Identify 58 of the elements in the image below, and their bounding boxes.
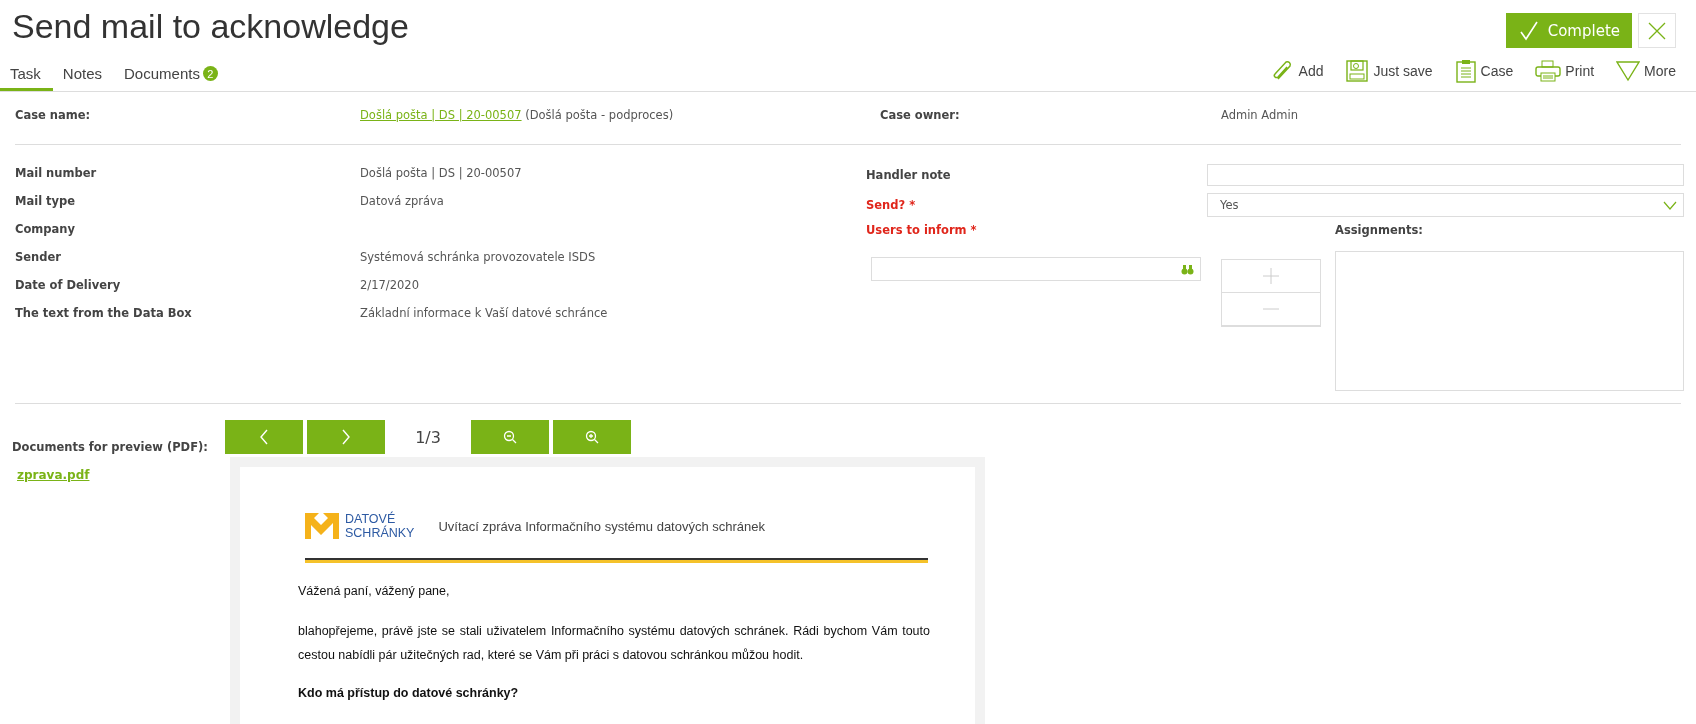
clipboard-icon [1454,59,1477,83]
zoom-in-button[interactable] [553,420,631,454]
print-button[interactable]: Print [1535,59,1595,83]
zoom-in-icon [585,430,599,444]
printer-icon [1535,59,1562,83]
page-title: Send mail to acknowledge [12,6,409,47]
field-label: Users to inform * [866,223,978,237]
field-label: Company [15,222,76,237]
chevron-left-icon [259,429,269,445]
plus-icon [1262,267,1280,285]
document-subheading: Kdo má přístup do datové schránky? [298,685,520,702]
field-label: Assignments: [1335,223,1424,237]
chevron-down-icon [1663,200,1677,210]
field-label: Handler note [866,168,952,182]
field-value: Základní informace k Vaší datové schránce [360,306,609,321]
close-button[interactable] [1638,13,1676,48]
zoom-out-icon [503,430,517,444]
field-label: The text from the Data Box [15,306,193,321]
logo-text: DATOVÉ [345,512,396,526]
triangle-icon [1616,60,1641,82]
field-label: Send? * [866,198,917,212]
logo-text: SCHRÁNKY [345,526,415,540]
field-value: Admin Admin [1221,108,1299,122]
assignments-list[interactable] [1335,251,1684,391]
logo-icon [305,513,339,539]
users-field[interactable] [871,257,1201,281]
save-button[interactable]: Just save [1345,59,1433,83]
field-value: Systémová schránka provozovatele ISDS [360,250,597,265]
field-value: Došlá pošta | DS | 20-00507 [360,166,523,181]
page-number: 1/3 [414,427,442,447]
field-label: Case owner: [880,108,961,122]
field-label: Case name: [15,108,92,122]
case-button[interactable]: Case [1454,59,1514,83]
field-label: Mail type [15,194,77,209]
checkmark-icon [1517,19,1540,42]
send-dropdown[interactable]: Yes [1207,193,1684,217]
field-label: Date of Delivery [15,278,122,293]
field-value: 2/17/2020 [360,278,420,293]
zoom-out-button[interactable] [471,420,549,454]
binoculars-icon[interactable] [1181,263,1194,275]
next-page-button[interactable] [307,420,385,454]
chevron-right-icon [341,429,351,445]
close-icon [1647,20,1667,41]
more-button[interactable]: More [1616,59,1676,83]
field-label: Mail number [15,166,98,181]
field-value: Došlá pošta | DS | 20-00507 (Došlá pošta - podproces) [360,108,675,122]
tab[interactable]: Task [0,57,53,91]
document-paragraph: Vážená paní, vážený pane, [298,583,451,600]
field-value: Datová zpráva [360,194,445,209]
add-button[interactable]: Add [1270,59,1324,83]
tab[interactable]: Documents 2 [114,57,230,91]
document-heading: Uvítací zpráva Informačního systému datových schránek [438,518,766,534]
preview-label: Documents for preview (PDF): [12,440,209,454]
field-label: Sender [15,250,62,265]
previous-page-button[interactable] [225,420,303,454]
tab[interactable]: Notes [52,57,115,91]
handler-note-field[interactable] [1207,164,1684,186]
document-paragraph: blahopřejeme, právě jste se stali uživatelem Informačního systému datových schránek. Rádi bychom Vám touto cestou nabídli pár užitečných rad, které se Vám při práci s datovou schránkou můžou hodit. [298,623,930,664]
